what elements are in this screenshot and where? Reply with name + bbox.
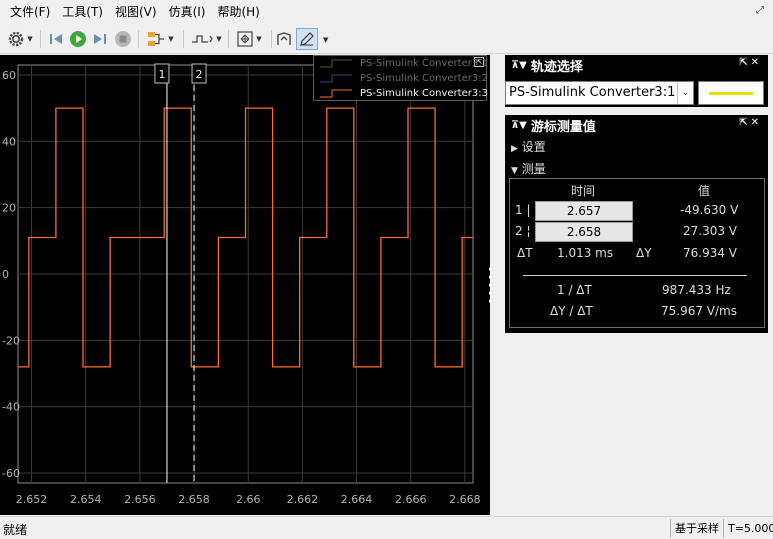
axes-scaling-button[interactable] <box>274 28 294 50</box>
step-back-icon <box>50 34 62 44</box>
cursor-1-label: 1 <box>158 68 165 81</box>
cursor2-value: 27.303 V <box>683 224 738 238</box>
measure-section-toggle[interactable]: ▼ 测量 <box>511 160 546 177</box>
legend-line-icon <box>318 73 354 85</box>
stop-icon <box>115 31 131 47</box>
delta-y-value: 76.934 V <box>683 246 738 260</box>
y-tick-label: -40 <box>2 401 20 414</box>
divider <box>523 275 747 276</box>
collapse-arrow-icon: ▼ <box>511 166 518 176</box>
inverse-delta-t-label: 1 / ΔT <box>557 283 592 297</box>
trace-panel-title: 轨迹选择 <box>530 59 583 75</box>
x-tick-label: 2.666 <box>395 493 427 506</box>
settings-section-toggle[interactable]: ▶ 设置 <box>511 138 546 155</box>
x-tick-label: 2.658 <box>178 493 210 506</box>
trigger-icon <box>192 35 214 43</box>
delta-y-label: ΔY <box>636 246 652 260</box>
legend-item[interactable]: PS-Simulink Converter3:1 <box>314 56 488 71</box>
value-column-header: 值 <box>698 184 711 198</box>
legend-line-icon <box>318 58 354 70</box>
legend-line-icon <box>318 88 354 100</box>
zoom-fit-icon <box>237 31 253 47</box>
pin-icon[interactable]: ⊼▼ <box>511 60 527 71</box>
time-column-header: 时间 <box>571 184 596 198</box>
x-tick-label: 2.668 <box>449 493 481 506</box>
status-text: 就绪 <box>3 523 28 537</box>
plot-legend[interactable]: ⇱ PS-Simulink Converter3:1 PS-Simulink C… <box>313 55 488 101</box>
expand-menu-icon[interactable]: ⤢ <box>753 4 767 18</box>
delta-t-label: ΔT <box>517 246 533 260</box>
status-bar: 就绪 基于采样 T=5.000 <box>0 516 773 539</box>
cursor-measure-button[interactable] <box>296 28 318 50</box>
x-tick-label: 2.66 <box>236 493 261 506</box>
legend-label: PS-Simulink Converter3:3 <box>360 88 488 99</box>
slope-value: 75.967 V/ms <box>661 304 737 318</box>
cursor2-label: 2 ¦ <box>515 224 531 238</box>
menu-file[interactable]: 文件(F) <box>4 0 56 24</box>
legend-label: PS-Simulink Converter3:1 <box>360 58 488 69</box>
y-tick-label: -60 <box>2 467 20 480</box>
step-forward-button[interactable] <box>89 28 111 50</box>
menu-help[interactable]: 帮助(H) <box>211 0 265 24</box>
x-tick-label: 2.654 <box>70 493 102 506</box>
signal-select-button[interactable]: ▼ <box>142 28 178 50</box>
cursor1-value: -49.630 V <box>680 203 739 217</box>
run-button[interactable] <box>67 28 89 50</box>
trigger-button[interactable]: ▼ <box>187 28 225 50</box>
waveform-chart[interactable]: 2.652 2.654 2.656 2.658 2.66 2.662 2.664 2.666 2… <box>0 55 490 515</box>
panel-controls-icon[interactable]: ⇱✕ <box>739 117 762 128</box>
menu-view[interactable]: 视图(V) <box>109 0 163 24</box>
slope-label: ΔY / ΔT <box>550 304 593 318</box>
gear-icon <box>9 31 24 47</box>
line-color-swatch <box>709 92 753 95</box>
panel-collapse-handle[interactable]: ▸ ▸ ▸ ▸ ▸ <box>489 265 499 305</box>
meas-panel-header: ⊼▼ 游标测量值 ⇱✕ <box>505 115 768 135</box>
delta-t-value: 1.013 ms <box>557 246 614 260</box>
chevron-down-icon[interactable]: ⌄ <box>677 82 693 104</box>
cursor1-time-field[interactable]: 2.657 <box>535 201 633 221</box>
sim-time-status: T=5.000 <box>723 519 773 538</box>
signal-select-icon <box>148 32 165 46</box>
meas-panel-title: 游标测量值 <box>530 119 596 135</box>
inverse-delta-t-value: 987.433 Hz <box>662 283 731 297</box>
step-back-button[interactable] <box>45 28 67 50</box>
stop-button[interactable] <box>112 28 134 50</box>
cursor-measure-icon <box>300 32 314 46</box>
expand-arrow-icon: ▶ <box>511 144 518 154</box>
trace-panel-header: ⊼▼ 轨迹选择 ⇱✕ <box>505 55 768 75</box>
scope-plot[interactable]: 2.652 2.654 2.656 2.658 2.66 2.662 2.664 2.666 2… <box>0 55 490 515</box>
trace-select-value: PS-Simulink Converter3:1 <box>509 85 676 100</box>
legend-item[interactable]: PS-Simulink Converter3:2 <box>314 71 488 86</box>
toolbar: ▼ ▼ ▼ ▼ ▼ <box>0 24 773 54</box>
menu-bar: 文件(F) 工具(T) 视图(V) 仿真(I) 帮助(H) ⤢ <box>0 0 773 24</box>
cursor2-time-field[interactable]: 2.658 <box>535 222 633 242</box>
y-tick-label: -20 <box>2 334 20 347</box>
y-tick-label: 60 <box>2 69 16 82</box>
legend-label: PS-Simulink Converter3:2 <box>360 73 488 84</box>
cursor-2-label: 2 <box>196 68 203 81</box>
trace-select-dropdown[interactable]: PS-Simulink Converter3:1 ⌄ <box>505 81 694 105</box>
x-tick-label: 2.656 <box>124 493 156 506</box>
run-icon <box>70 31 86 47</box>
sample-mode-status: 基于采样 <box>670 519 722 538</box>
y-tick-label: 40 <box>2 135 16 148</box>
panel-controls-icon[interactable]: ⇱✕ <box>739 57 762 68</box>
settings-button[interactable]: ▼ <box>3 28 37 50</box>
x-tick-label: 2.664 <box>341 493 373 506</box>
pin-icon[interactable]: ⊼▼ <box>511 120 527 131</box>
trace-line-style[interactable] <box>698 81 764 105</box>
cursor1-label: 1 | <box>515 203 531 217</box>
y-tick-label: 0 <box>2 268 9 281</box>
legend-item[interactable]: PS-Simulink Converter3:3 <box>314 86 488 101</box>
x-tick-label: 2.662 <box>287 493 319 506</box>
menu-tools[interactable]: 工具(T) <box>56 0 109 24</box>
step-forward-icon <box>94 34 106 44</box>
zoom-fit-button[interactable]: ▼ <box>231 28 267 50</box>
menu-simulation[interactable]: 仿真(I) <box>163 0 212 24</box>
x-tick-label: 2.652 <box>16 493 48 506</box>
y-tick-label: 20 <box>2 202 16 215</box>
axes-scaling-icon <box>277 32 291 45</box>
